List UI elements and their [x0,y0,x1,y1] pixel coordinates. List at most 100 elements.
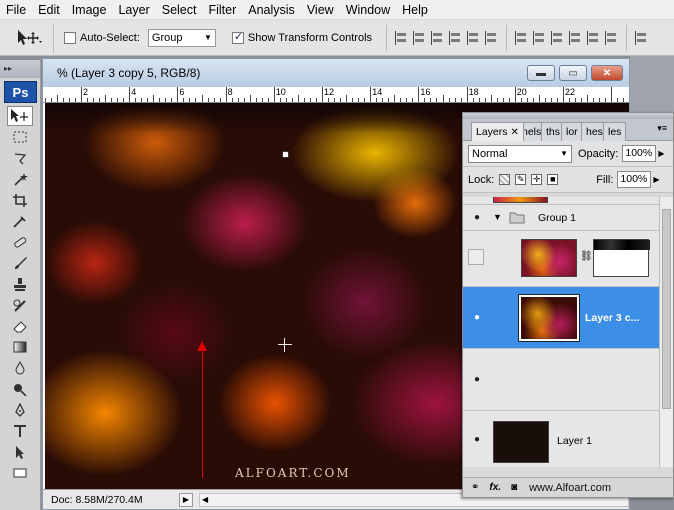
distribute-left-icon[interactable] [569,30,582,45]
menu-window[interactable]: Window [340,0,396,20]
ruler-tick [448,98,450,102]
menu-filter[interactable]: Filter [202,0,242,20]
align-left-icon[interactable] [449,30,462,45]
eyedropper-tool[interactable] [7,211,33,231]
distribute-vcenter-icon[interactable] [533,30,546,45]
scroll-left-icon[interactable]: ◀ [202,494,208,506]
pen-icon [15,403,25,417]
close-button[interactable]: ✕ [591,65,623,81]
blur-tool[interactable] [7,358,33,378]
lock-all-icon[interactable]: ■ [547,174,559,185]
brush-tool[interactable] [7,253,33,273]
align-right-icon[interactable] [485,30,498,45]
fill-field[interactable]: 100% [617,171,652,188]
crop-tool[interactable] [7,190,33,210]
eye-icon[interactable]: ● [469,211,485,225]
minimize-button[interactable]: ▬ [527,65,555,81]
ruler-tick [424,98,426,102]
close-tab-icon[interactable]: ✕ [511,127,519,138]
ruler-tick [273,87,275,102]
auto-align-icon[interactable] [635,30,648,45]
layer-row-layer1[interactable]: ● Layer 1 [463,411,659,467]
eraser-tool[interactable] [7,316,33,336]
tools-panel-header[interactable]: ▸▸ [0,60,40,78]
layers-scrollbar[interactable] [659,197,673,467]
fill-arrow-icon[interactable]: ▶ [653,175,659,184]
lock-position-icon[interactable]: ✛ [531,174,543,185]
show-transform-checkbox[interactable]: Show Transform Controls [231,30,373,44]
dodge-tool[interactable] [7,379,33,399]
menu-image[interactable]: Image [66,0,113,20]
transform-handle[interactable] [282,151,289,158]
eye-icon[interactable]: ● [469,373,485,387]
type-tool[interactable] [7,421,33,441]
pen-tool[interactable] [7,400,33,420]
menu-analysis[interactable]: Analysis [242,0,301,20]
auto-select-checkbox[interactable]: Auto-Select: [64,31,140,44]
layer-row-masked[interactable]: ⛓ [463,231,659,287]
menu-edit[interactable]: Edit [32,0,66,20]
distribute-top-icon[interactable] [515,30,528,45]
stamp-icon [14,278,26,291]
ruler-tick [56,95,58,102]
ruler-tick [111,98,113,102]
distribute-hcenter-icon[interactable] [587,30,600,45]
gradient-tool[interactable] [7,337,33,357]
clone-stamp-tool[interactable] [7,274,33,294]
chain-link-icon[interactable]: ⛓ [580,251,593,262]
group-expand-icon[interactable]: ▼ [493,212,502,222]
link-layers-icon[interactable]: ⚭ [471,482,479,493]
site-credit: www.Alfoart.com [529,481,612,494]
show-transform-label: Show Transform Controls [247,31,373,44]
tab-layers-label: Layers [476,126,508,138]
align-top-icon[interactable] [395,30,408,45]
tab-styles[interactable]: les [603,122,627,141]
lock-transparent-icon[interactable] [499,174,511,185]
opacity-arrow-icon[interactable]: ▶ [658,149,664,158]
ruler-tick [105,95,107,102]
menu-select[interactable]: Select [156,0,203,20]
auto-select-dropdown[interactable]: Group ▼ [147,28,216,47]
divider [506,24,508,51]
shape-tool[interactable] [7,463,33,483]
ruler-tick [418,87,420,102]
tab-color[interactable]: lor [561,122,583,141]
panel-menu-icon[interactable]: ▾≡ [657,123,667,134]
horizontal-ruler[interactable]: 2 4 6 8 10 12 14 16 18 20 22 [43,87,629,103]
opacity-field[interactable]: 100% [622,145,657,162]
scrollbar-thumb[interactable] [662,209,671,409]
menu-layer[interactable]: Layer [112,0,155,20]
path-selection-tool[interactable] [7,442,33,462]
healing-brush-tool[interactable] [7,232,33,252]
layer-row-empty[interactable]: ● [463,349,659,411]
eye-icon[interactable]: ● [469,311,485,325]
align-bottom-icon[interactable] [431,30,444,45]
align-vertical-center-icon[interactable] [413,30,426,45]
layer-row-selected[interactable]: ● Layer 3 c... [463,287,659,349]
status-menu-button[interactable]: ▶ [179,492,193,507]
eye-icon[interactable]: ● [469,433,485,447]
history-brush-tool[interactable] [7,295,33,315]
blend-mode-dropdown[interactable]: Normal ▼ [468,144,572,163]
document-title-bar[interactable]: % (Layer 3 copy 5, RGB/8) ▬ ▭ ✕ [43,59,629,87]
distribute-right-icon[interactable] [605,30,618,45]
lock-image-icon[interactable]: ✎ [515,174,527,185]
visibility-toggle-off[interactable] [468,249,484,265]
tool-preset-picker[interactable] [4,22,54,53]
align-horizontal-center-icon[interactable] [467,30,480,45]
ruler-tick [593,98,595,102]
menu-file[interactable]: File [0,0,32,20]
magic-wand-tool[interactable] [7,169,33,189]
maximize-button[interactable]: ▭ [559,65,587,81]
distribute-bottom-icon[interactable] [551,30,564,45]
fx-icon[interactable]: fx. [489,482,501,493]
layer-row-partial[interactable] [463,197,659,205]
menu-help[interactable]: Help [396,0,434,20]
menu-view[interactable]: View [301,0,340,20]
move-tool[interactable] [7,106,33,126]
layer-row-group[interactable]: ● ▼ Group 1 [463,205,659,231]
add-mask-icon[interactable]: ◙ [511,482,517,493]
lasso-tool[interactable] [7,148,33,168]
marquee-tool[interactable] [7,127,33,147]
tab-layers[interactable]: Layers ✕ [471,122,524,141]
